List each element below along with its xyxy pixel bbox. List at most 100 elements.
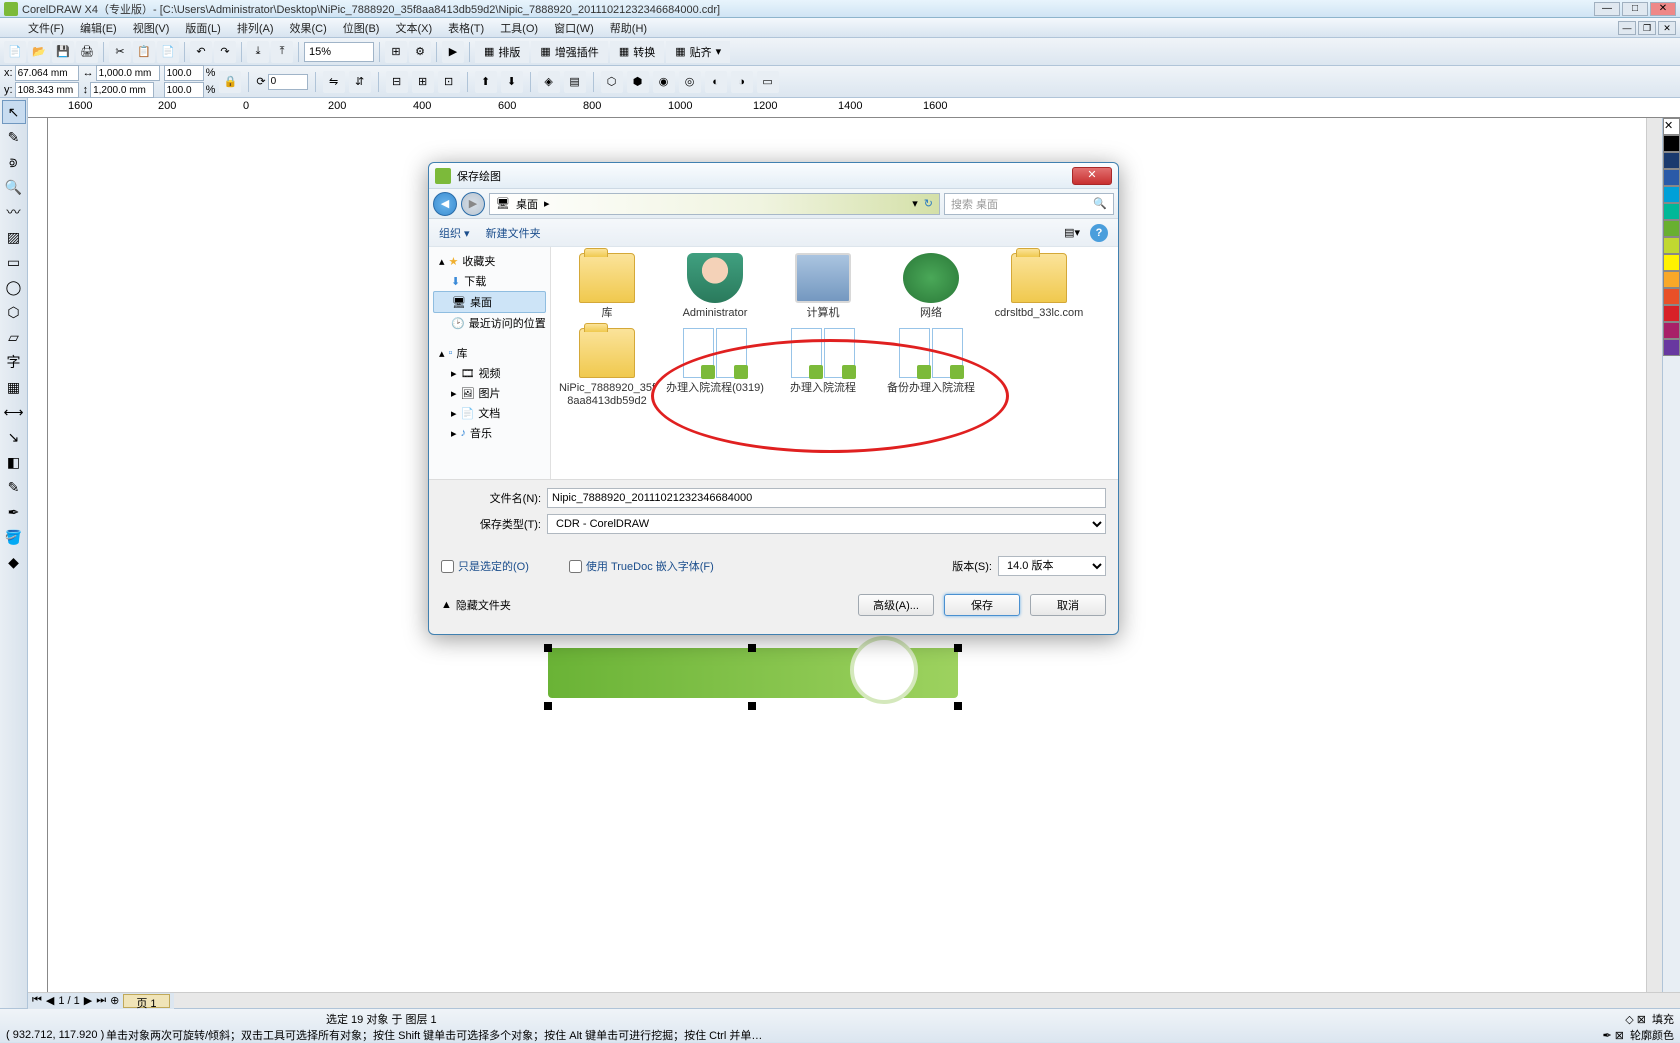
ungroup-button[interactable]: ⊟ [386,71,408,93]
file-item[interactable]: 备份办理入院流程 [881,328,981,408]
menu-table[interactable]: 表格(T) [440,18,492,38]
front-minus-back-button[interactable]: ◐ [705,71,727,93]
menu-view[interactable]: 视图(V) [125,18,178,38]
weld-button[interactable]: ⬡ [601,71,623,93]
hide-folders-button[interactable]: ▲隐藏文件夹 [441,597,511,613]
save-button[interactable]: 💾 [52,41,74,63]
print-button[interactable]: 🖨 [76,41,98,63]
undo-button[interactable]: ↶ [190,41,212,63]
tree-libraries[interactable]: ▴ ▫ 库 [433,343,546,363]
new-button[interactable]: 📄 [4,41,26,63]
selection-handle[interactable] [748,644,756,652]
scale-y-input[interactable] [164,82,204,98]
trim-button[interactable]: ⬢ [627,71,649,93]
tree-downloads[interactable]: ⬇下载 [433,271,546,291]
polygon-tool[interactable]: ⬡ [2,300,26,324]
menu-text[interactable]: 文本(X) [387,18,440,38]
selected-only-checkbox[interactable]: 只是选定的(O) [441,558,529,574]
file-item[interactable]: 网络 [881,253,981,320]
file-item[interactable]: NiPic_7888920_35f8aa8413db59d2 [557,328,657,408]
smart-fill-tool[interactable]: ▨ [2,225,26,249]
selection-handle[interactable] [544,644,552,652]
view-mode-button[interactable]: ▤▾ [1064,226,1080,239]
page-next-button[interactable]: ▶ [84,994,92,1007]
back-minus-front-button[interactable]: ◑ [731,71,753,93]
snap-to-button[interactable]: ▦贴齐▾ [666,41,730,63]
ellipse-tool[interactable]: ◯ [2,275,26,299]
basic-shapes-tool[interactable]: ▱ [2,325,26,349]
tree-music[interactable]: ▸ ♪音乐 [433,423,546,443]
open-button[interactable]: 📂 [28,41,50,63]
color-swatch[interactable] [1663,305,1680,322]
menu-window[interactable]: 窗口(W) [546,18,602,38]
dialog-close-button[interactable]: ✕ [1072,167,1112,185]
organize-button[interactable]: 组织 ▾ [439,225,470,241]
dropdown-icon[interactable]: ▾ [912,197,918,210]
shape-tool[interactable]: ✎ [2,125,26,149]
ungroup-all-button[interactable]: ⊡ [438,71,460,93]
mirror-h-button[interactable]: ⇋ [323,71,345,93]
color-swatch[interactable] [1663,254,1680,271]
launch-button[interactable]: ▶ [442,41,464,63]
tree-docs[interactable]: ▸ 📄文档 [433,403,546,423]
height-input[interactable] [90,82,154,98]
file-item[interactable]: 办理入院流程(0319) [665,328,765,408]
tree-videos[interactable]: ▸ 🎞视频 [433,363,546,383]
color-swatch[interactable] [1663,288,1680,305]
color-swatch[interactable] [1663,152,1680,169]
nav-path[interactable]: 🖥 桌面 ▸ ▾ ↻ [489,193,940,215]
cancel-button[interactable]: 取消 [1030,594,1106,616]
export-button[interactable]: ⤒ [271,41,293,63]
color-swatch[interactable] [1663,186,1680,203]
rectangle-tool[interactable]: ▭ [2,250,26,274]
table-tool[interactable]: ▦ [2,375,26,399]
save-dialog-save-button[interactable]: 保存 [944,594,1020,616]
y-input[interactable] [15,82,79,98]
cut-button[interactable]: ✂ [109,41,131,63]
file-item[interactable]: cdrsltbd_33lc.com [989,253,1089,320]
menu-file[interactable]: 文件(F) [20,18,72,38]
color-swatch[interactable] [1663,339,1680,356]
vertical-scrollbar[interactable] [1646,118,1662,992]
eyedropper-tool[interactable]: ✎ [2,475,26,499]
selection-handle[interactable] [748,702,756,710]
advanced-button[interactable]: 高级(A)... [858,594,934,616]
menu-tools[interactable]: 工具(O) [492,18,546,38]
nav-forward-button[interactable]: ▶ [461,192,485,216]
to-front-button[interactable]: ⬆ [475,71,497,93]
convert-button[interactable]: ▦转换 [610,41,664,63]
intersect-button[interactable]: ◉ [653,71,675,93]
page-last-button[interactable]: ⏭ [96,994,106,1007]
crop-tool[interactable]: ⟄ [2,150,26,174]
snap-button[interactable]: ⊞ [385,41,407,63]
zoom-tool[interactable]: 🔍 [2,175,26,199]
color-swatch[interactable] [1663,271,1680,288]
horizontal-scrollbar[interactable]: ⏮ ◀ 1 / 1 ▶ ⏭ ⊕ 页 1 [28,992,1680,1008]
version-combo[interactable]: 14.0 版本 [998,556,1106,576]
tree-recent[interactable]: 🕑最近访问的位置 [433,313,546,333]
outline-tool[interactable]: ✒ [2,500,26,524]
selected-artwork[interactable] [548,648,958,698]
menu-effects[interactable]: 效果(C) [282,18,335,38]
zoom-combo[interactable] [304,42,374,62]
maximize-button[interactable]: □ [1622,2,1648,16]
rotation-input[interactable] [268,74,308,90]
paste-button[interactable]: 📄 [157,41,179,63]
menu-help[interactable]: 帮助(H) [602,18,655,38]
selection-handle[interactable] [544,702,552,710]
simplify-button[interactable]: ◎ [679,71,701,93]
doc-restore-button[interactable]: ❐ [1638,21,1656,35]
page-prev-button[interactable]: ◀ [46,994,54,1007]
boundary-button[interactable]: ▭ [757,71,779,93]
freehand-tool[interactable]: 〰 [2,200,26,224]
width-input[interactable] [96,65,160,81]
dimension-tool[interactable]: ⟷ [2,400,26,424]
enhance-plugin-button[interactable]: ▦增强插件 [531,41,607,63]
new-folder-button[interactable]: 新建文件夹 [486,225,541,241]
text-tool[interactable]: 字 [2,350,26,374]
minimize-button[interactable]: — [1594,2,1620,16]
doc-minimize-button[interactable]: — [1618,21,1636,35]
import-button[interactable]: ⤓ [247,41,269,63]
nav-search[interactable]: 搜索 桌面 🔍 [944,193,1114,215]
connector-tool[interactable]: ↘ [2,425,26,449]
